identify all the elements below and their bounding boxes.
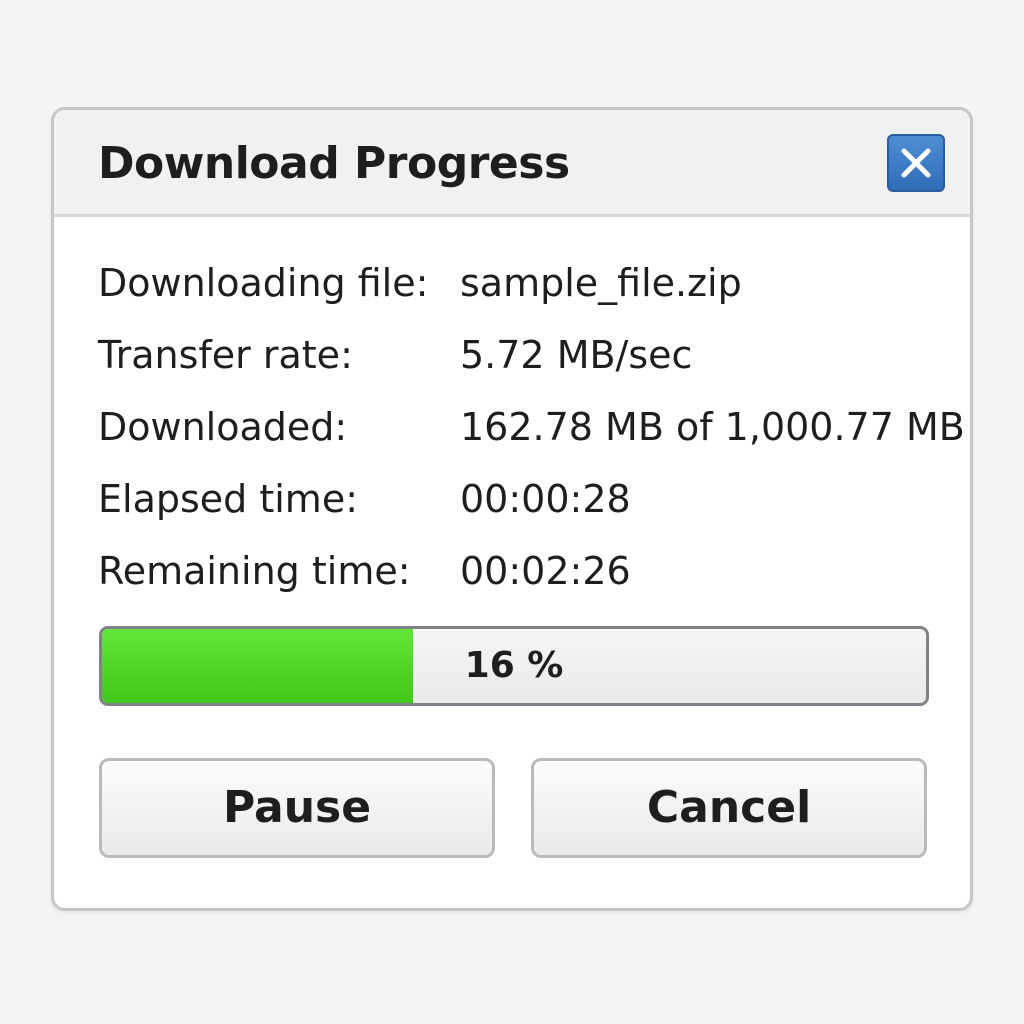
close-icon (901, 148, 931, 178)
cancel-button[interactable]: Cancel (531, 758, 927, 858)
elapsed-time-label: Elapsed time: (98, 477, 359, 521)
progress-bar: 16 % (99, 626, 929, 706)
remaining-time-label: Remaining time: (98, 549, 411, 593)
transfer-rate-value: 5.72 MB/sec (460, 333, 693, 377)
close-button[interactable] (887, 134, 945, 192)
remaining-time-value: 00:02:26 (460, 549, 631, 593)
elapsed-time-value: 00:00:28 (460, 477, 631, 521)
progress-percent-text: 16 % (464, 645, 564, 686)
dialog-title: Download Progress (98, 138, 570, 189)
file-name-value: sample_file.zip (460, 261, 742, 305)
download-progress-dialog: Download Progress Downloading file: samp… (51, 107, 973, 911)
pause-button[interactable]: Pause (99, 758, 495, 858)
downloaded-value: 162.78 MB of 1,000.77 MB (460, 405, 965, 449)
transfer-rate-label: Transfer rate: (98, 333, 353, 377)
title-bar: Download Progress (54, 110, 970, 217)
file-label: Downloading file: (98, 261, 429, 305)
downloaded-label: Downloaded: (98, 405, 348, 449)
